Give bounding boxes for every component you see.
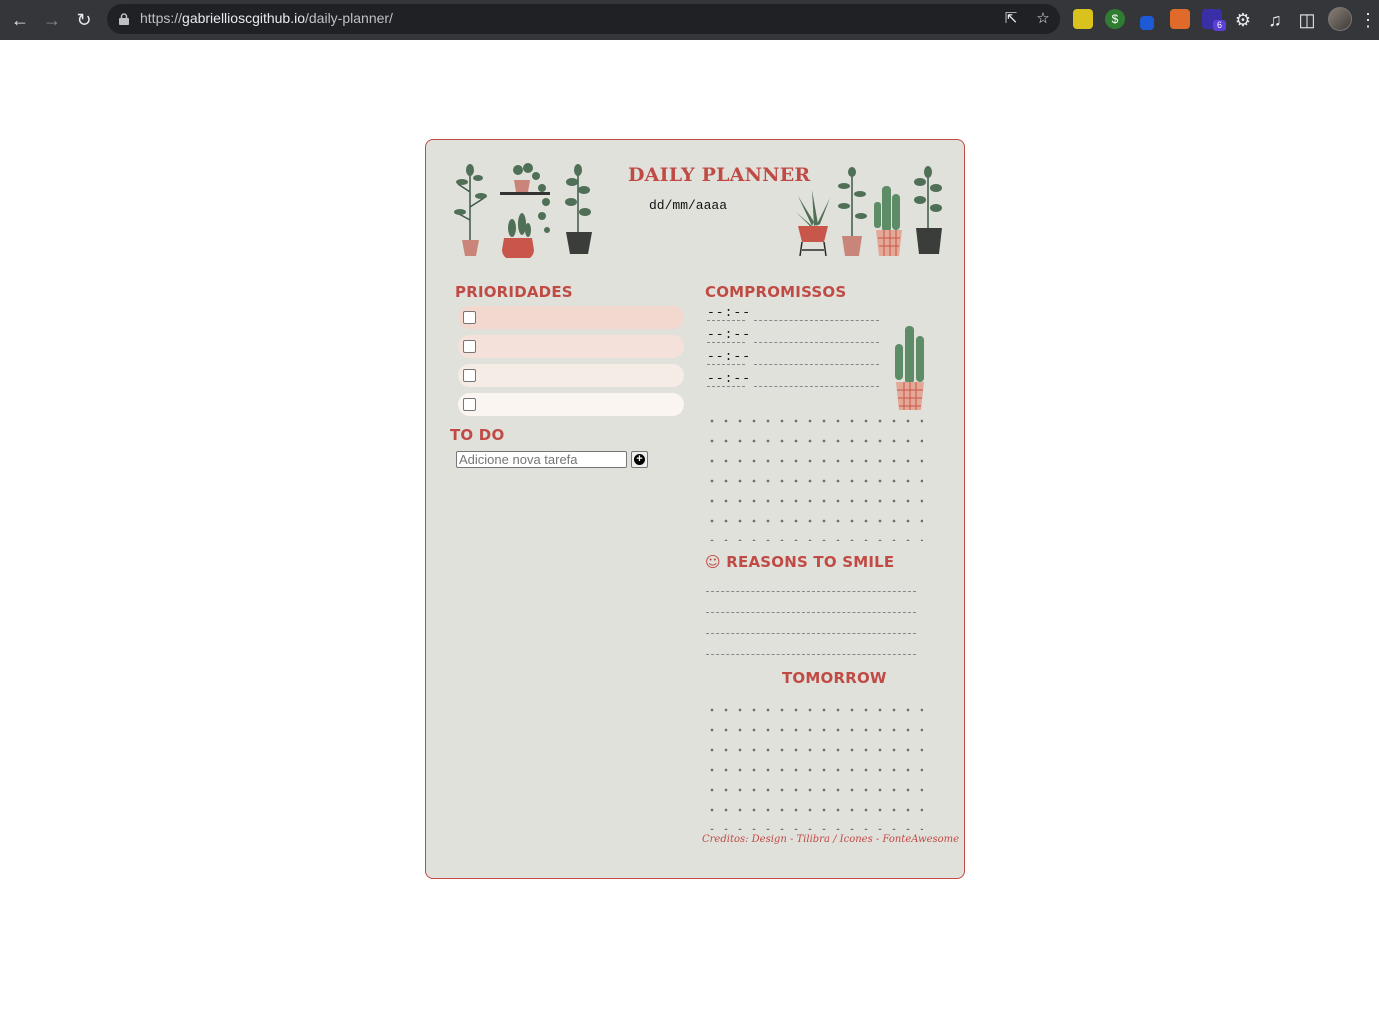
reason-line[interactable] — [706, 591, 916, 592]
extension-dollar-icon[interactable]: $ — [1105, 9, 1125, 29]
add-task-button[interactable]: + — [631, 451, 648, 468]
tomorrow-heading: TOMORROW — [782, 669, 887, 687]
extension-4-icon[interactable] — [1170, 9, 1190, 29]
priority-checkbox[interactable] — [463, 398, 476, 411]
reason-line[interactable] — [706, 633, 916, 634]
menu-kebab-icon[interactable]: ⋮ — [1359, 8, 1377, 32]
share-icon[interactable]: ⇱ — [1002, 10, 1020, 28]
priority-item[interactable] — [458, 335, 684, 358]
appointment-time-input[interactable]: --:-- — [707, 371, 751, 386]
profile-avatar[interactable] — [1328, 7, 1352, 31]
appointment-time-input[interactable]: --:-- — [707, 349, 751, 364]
extension-badge: 6 — [1213, 20, 1226, 31]
priorities-heading: PRIORIDADES — [455, 283, 573, 301]
bookmark-star-icon[interactable]: ☆ — [1034, 10, 1052, 28]
appointments-heading: COMPROMISSOS — [705, 283, 847, 301]
date-input[interactable]: dd/mm/aaaa — [649, 198, 727, 213]
priority-checkbox[interactable] — [463, 340, 476, 353]
plus-circle-icon: + — [634, 454, 645, 465]
priority-item[interactable] — [458, 393, 684, 416]
time-underline — [707, 342, 745, 343]
new-task-input[interactable]: Adicione nova tarefa — [456, 451, 627, 468]
extension-pen-icon[interactable] — [1140, 16, 1154, 30]
priority-item[interactable] — [458, 306, 684, 329]
appointment-line[interactable] — [754, 386, 879, 387]
reload-icon[interactable]: ↻ — [72, 8, 96, 32]
reason-line[interactable] — [706, 654, 916, 655]
appointment-line[interactable] — [754, 342, 879, 343]
appointments-dot-grid[interactable] — [705, 411, 923, 541]
appointment-time-input[interactable]: --:-- — [707, 327, 751, 342]
extensions-puzzle-icon[interactable]: ⚙ — [1231, 8, 1255, 32]
back-icon[interactable]: ← — [8, 8, 32, 32]
priority-checkbox[interactable] — [463, 311, 476, 324]
reasons-to-smile-heading: ☺ REASONS TO SMILE — [705, 553, 895, 571]
address-bar[interactable]: https://gabriellioscgithub.io/daily-plan… — [107, 4, 1060, 34]
appointment-line[interactable] — [754, 364, 879, 365]
appointment-line[interactable] — [754, 320, 879, 321]
time-underline — [707, 386, 745, 387]
lock-icon — [119, 13, 129, 25]
side-panel-icon[interactable]: ◫ — [1295, 8, 1319, 32]
plants-right-illustration — [796, 166, 942, 257]
browser-toolbar: ← → ↻ https://gabriellioscgithub.io/dail… — [0, 0, 1379, 40]
priority-item[interactable] — [458, 364, 684, 387]
extension-1-icon[interactable] — [1073, 9, 1093, 29]
planner-card: DAILY PLANNER dd/mm/aaaa PRIORIDADES TO … — [425, 139, 965, 879]
tomorrow-dot-grid[interactable] — [705, 700, 923, 830]
time-underline — [707, 364, 745, 365]
time-underline — [707, 320, 745, 321]
reason-line[interactable] — [706, 612, 916, 613]
cactus-illustration — [895, 326, 924, 410]
credits-text: Creditos: Design - Tilibra / Icones - Fo… — [702, 834, 960, 845]
media-control-icon[interactable]: ♫ — [1263, 8, 1287, 32]
todo-heading: TO DO — [450, 426, 505, 444]
plants-left-illustration — [454, 163, 592, 258]
planner-title: DAILY PLANNER — [628, 164, 811, 186]
url-text: https://gabriellioscgithub.io/daily-plan… — [140, 10, 393, 26]
forward-icon[interactable]: → — [40, 8, 64, 32]
priority-checkbox[interactable] — [463, 369, 476, 382]
appointment-time-input[interactable]: --:-- — [707, 305, 751, 320]
